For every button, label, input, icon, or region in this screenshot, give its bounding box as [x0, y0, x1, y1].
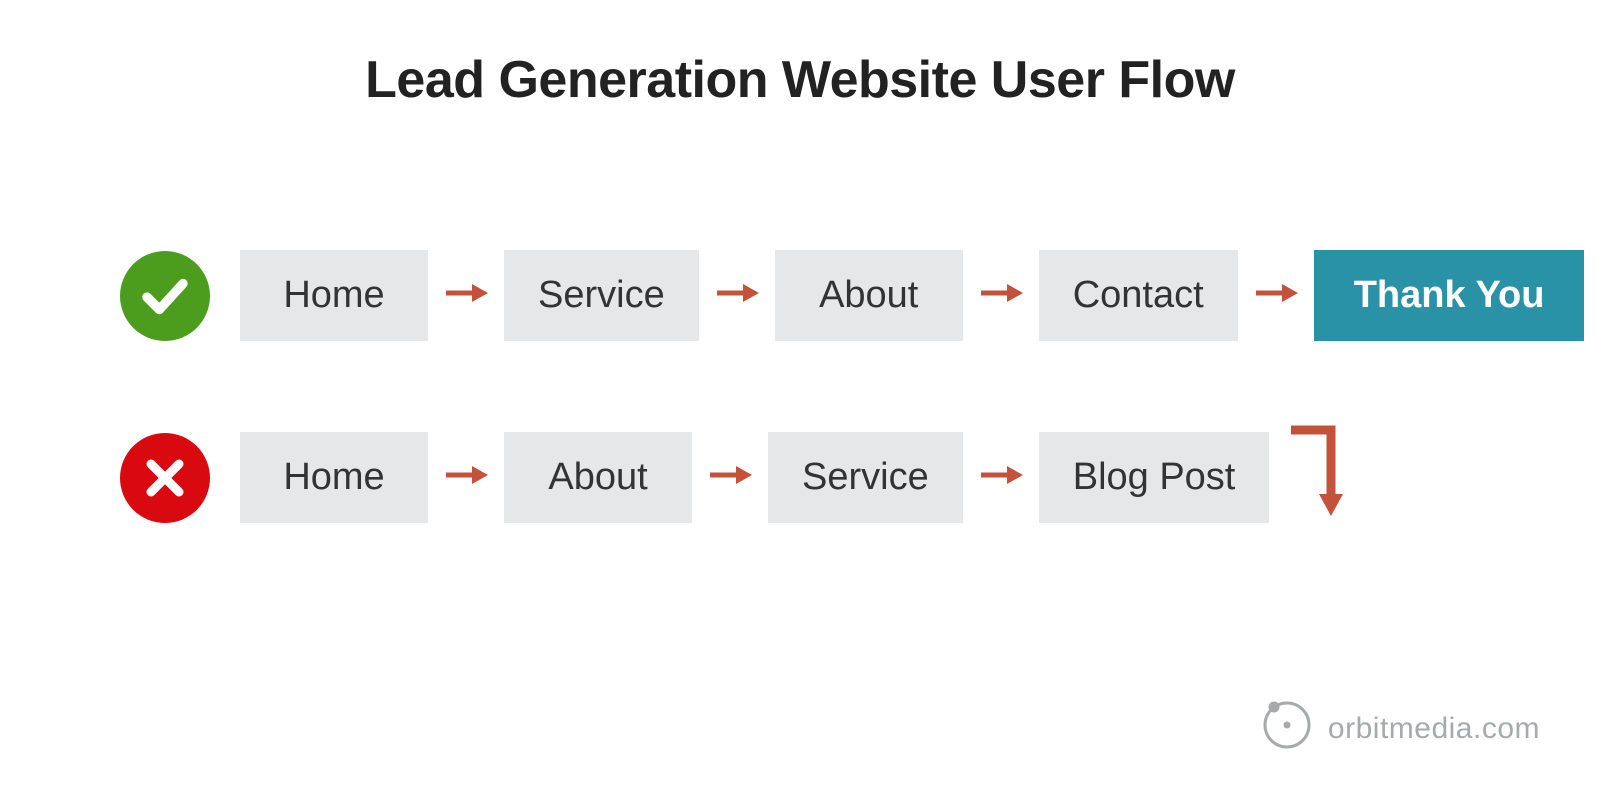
- arrow-exit-down-icon: [1289, 420, 1359, 535]
- diagram-title: Lead Generation Website User Flow: [0, 50, 1600, 110]
- check-icon: [120, 251, 210, 341]
- flow-step: About: [504, 432, 692, 523]
- flow-step-final: Thank You: [1314, 250, 1585, 341]
- flow-step: Home: [240, 432, 428, 523]
- flow-step: Service: [768, 432, 963, 523]
- arrow-right-icon: [715, 281, 759, 310]
- arrow-right-icon: [1254, 281, 1298, 310]
- flow-step: Home: [240, 250, 428, 341]
- flow-step: Contact: [1039, 250, 1238, 341]
- footer-brand-text: orbitmedia.com: [1328, 712, 1540, 746]
- flow-step: Service: [504, 250, 699, 341]
- arrow-right-icon: [444, 281, 488, 310]
- cross-icon: [120, 433, 210, 523]
- arrow-right-icon: [979, 281, 1023, 310]
- flow-row-good: Home Service About Contact Thank You: [120, 250, 1584, 341]
- arrow-right-icon: [444, 463, 488, 492]
- arrow-right-icon: [979, 463, 1023, 492]
- flow-step: Blog Post: [1039, 432, 1270, 523]
- footer-brand: orbitmedia.com: [1260, 698, 1540, 760]
- flow-row-bad: Home About Service Blog Post: [120, 420, 1359, 535]
- diagram-canvas: Lead Generation Website User Flow Home S…: [0, 0, 1600, 800]
- flow-step: About: [775, 250, 963, 341]
- arrow-right-icon: [708, 463, 752, 492]
- orbit-logo-icon: [1260, 698, 1314, 760]
